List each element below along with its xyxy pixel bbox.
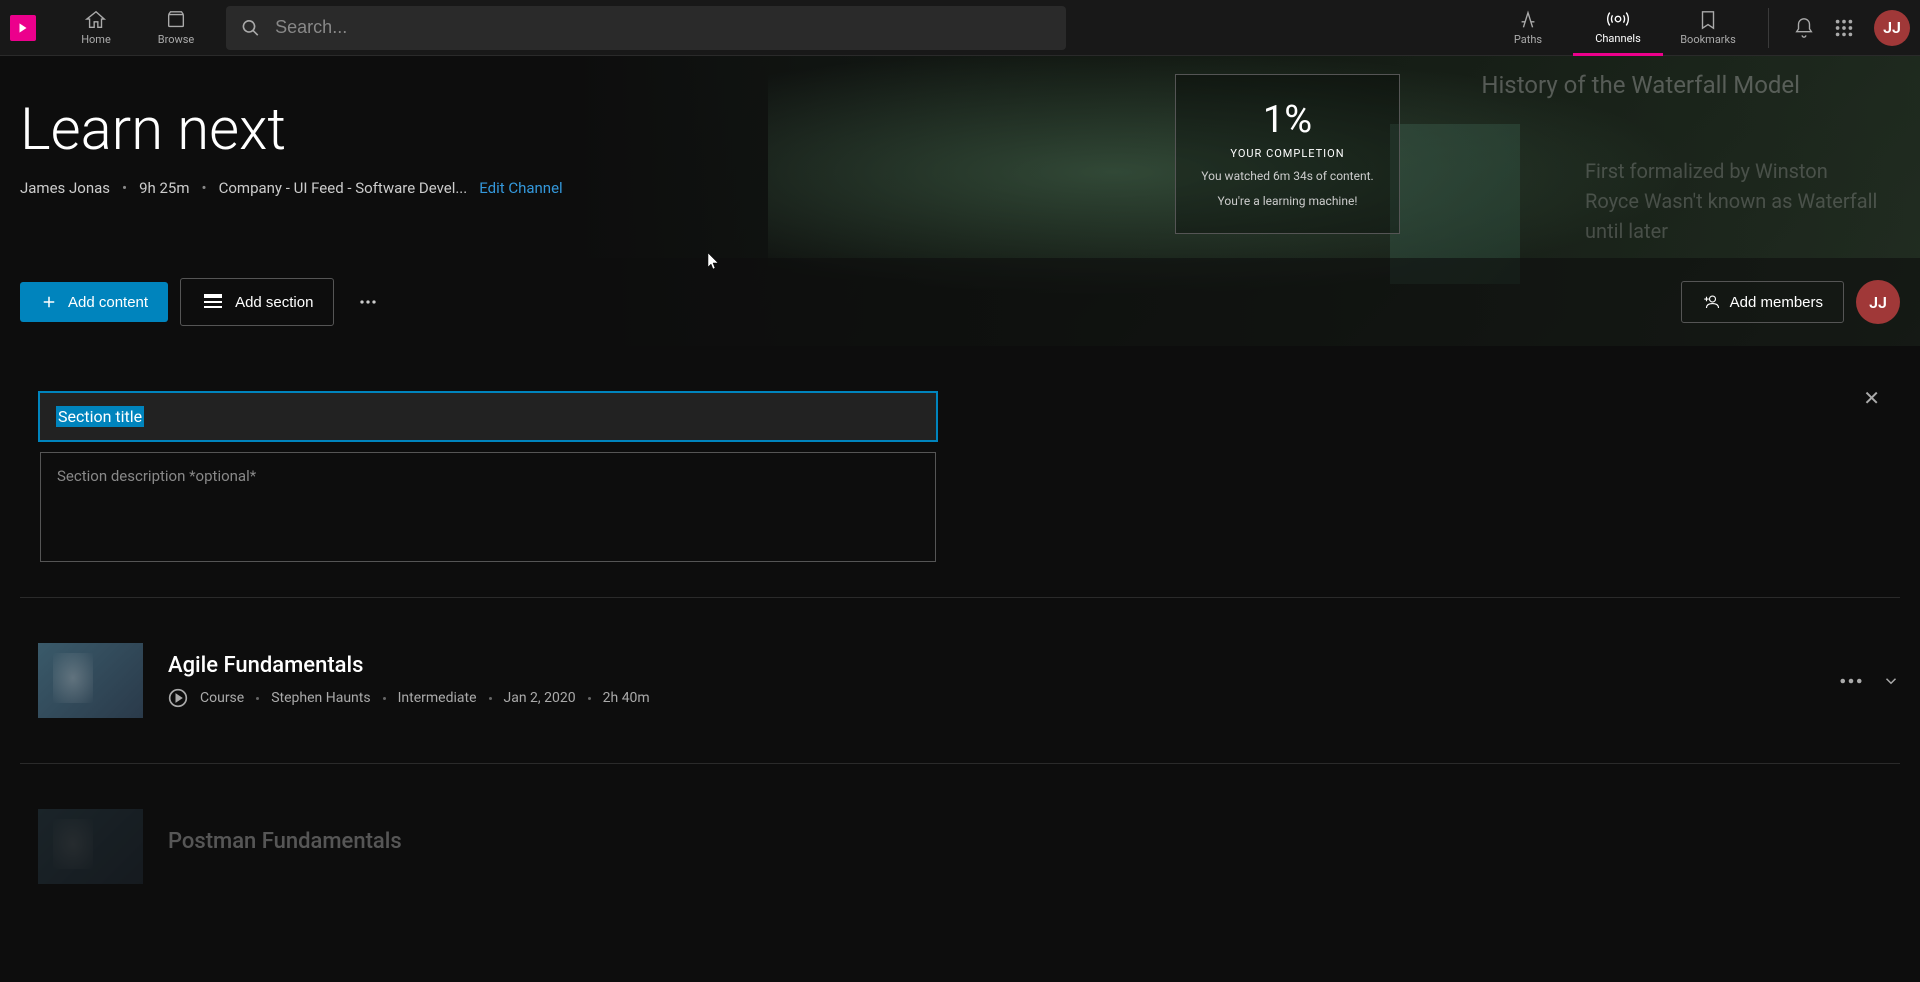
nav-browse[interactable]: Browse	[136, 0, 216, 56]
dot	[383, 697, 386, 700]
section-editor: ✕ Section title	[20, 376, 1900, 577]
page-title: Learn next	[20, 96, 1900, 164]
add-section-button[interactable]: Add section	[180, 278, 334, 326]
nav-bookmarks[interactable]: Bookmarks	[1663, 0, 1753, 56]
add-user-icon	[1702, 293, 1720, 311]
section-title-input[interactable]: Section title	[38, 391, 938, 442]
browse-icon	[165, 9, 187, 31]
paths-icon	[1517, 9, 1539, 31]
channel-duration: 9h 25m	[139, 179, 189, 197]
user-avatar[interactable]: JJ	[1874, 10, 1910, 46]
bookmarks-icon	[1697, 9, 1719, 31]
nav-right: Paths Channels Bookmarks JJ	[1483, 0, 1910, 56]
content-author: Stephen Haunts	[271, 690, 370, 706]
apps-button[interactable]	[1824, 8, 1864, 48]
content-title: Postman Fundamentals	[168, 829, 1900, 854]
divider	[20, 597, 1900, 598]
channels-icon	[1607, 8, 1629, 30]
nav-browse-label: Browse	[158, 33, 195, 46]
separator: •	[202, 179, 207, 197]
search-input[interactable]	[275, 17, 1051, 38]
content-item[interactable]: Agile Fundamentals Course Stephen Haunts…	[0, 618, 1920, 743]
divider	[20, 763, 1900, 764]
hero-meta: James Jonas • 9h 25m • Company - UI Feed…	[20, 179, 1900, 197]
add-members-label: Add members	[1730, 294, 1823, 311]
content-meta: Course Stephen Haunts Intermediate Jan 2…	[168, 688, 1815, 708]
bell-icon	[1793, 17, 1815, 39]
separator: •	[122, 179, 127, 197]
completion-text-2: You're a learning machine!	[1218, 193, 1358, 210]
content-date: Jan 2, 2020	[504, 690, 576, 706]
bg-slide-text: First formalized by Winston Royce Wasn't…	[1585, 156, 1885, 246]
close-section-button[interactable]: ✕	[1863, 386, 1880, 410]
section-description-input[interactable]	[40, 452, 936, 562]
divider	[1768, 8, 1769, 48]
chevron-down-icon[interactable]	[1882, 672, 1900, 690]
content-item-faded[interactable]: Postman Fundamentals	[0, 784, 1920, 909]
nav-home[interactable]: Home	[56, 0, 136, 56]
completion-text-1: You watched 6m 34s of content.	[1201, 168, 1373, 185]
nav-paths[interactable]: Paths	[1483, 0, 1573, 56]
dot	[256, 697, 259, 700]
nav-bookmarks-label: Bookmarks	[1680, 33, 1736, 46]
item-more-icon[interactable]	[1840, 678, 1862, 684]
content-type: Course	[200, 690, 244, 706]
content-thumbnail	[38, 643, 143, 718]
logo[interactable]	[10, 15, 36, 41]
search-container[interactable]	[226, 6, 1066, 50]
content-actions	[1840, 672, 1900, 690]
author-name: James Jonas	[20, 179, 110, 197]
content-info: Postman Fundamentals	[168, 829, 1900, 864]
apps-grid-icon	[1833, 17, 1855, 39]
edit-channel-link[interactable]: Edit Channel	[479, 179, 562, 197]
completion-percentage: 1%	[1263, 98, 1312, 142]
add-content-label: Add content	[68, 294, 148, 311]
content-title: Agile Fundamentals	[168, 653, 1815, 678]
header: Home Browse Paths Channels Bookmarks J	[0, 0, 1920, 56]
plus-icon	[40, 293, 58, 311]
breadcrumb: Company - UI Feed - Software Devel...	[219, 179, 468, 197]
action-bar: Add content Add section Add members JJ	[0, 258, 1920, 346]
hero: History of the Waterfall Model First for…	[0, 56, 1920, 346]
play-icon	[168, 688, 188, 708]
add-content-button[interactable]: Add content	[20, 282, 168, 322]
action-right: Add members JJ	[1681, 280, 1900, 324]
section-title-value: Section title	[56, 406, 144, 427]
nav-channels-label: Channels	[1595, 32, 1641, 45]
bg-slide-title: History of the Waterfall Model	[1481, 71, 1800, 99]
nav-left: Home Browse	[56, 0, 216, 56]
content-info: Agile Fundamentals Course Stephen Haunts…	[168, 653, 1815, 708]
nav-paths-label: Paths	[1514, 33, 1542, 46]
dot	[489, 697, 492, 700]
notifications-button[interactable]	[1784, 8, 1824, 48]
nav-home-label: Home	[81, 33, 111, 46]
completion-label: YOUR COMPLETION	[1230, 147, 1344, 160]
section-icon	[201, 290, 225, 314]
content-thumbnail	[38, 809, 143, 884]
more-actions-button[interactable]	[346, 280, 390, 324]
content-level: Intermediate	[398, 690, 477, 706]
ellipsis-icon	[358, 300, 378, 304]
add-members-button[interactable]: Add members	[1681, 281, 1844, 323]
home-icon	[85, 9, 107, 31]
add-section-label: Add section	[235, 294, 313, 311]
dot	[588, 697, 591, 700]
member-avatar[interactable]: JJ	[1856, 280, 1900, 324]
search-icon	[241, 18, 260, 38]
completion-card: 1% YOUR COMPLETION You watched 6m 34s of…	[1175, 74, 1400, 234]
content-duration: 2h 40m	[603, 690, 650, 706]
nav-channels[interactable]: Channels	[1573, 0, 1663, 56]
